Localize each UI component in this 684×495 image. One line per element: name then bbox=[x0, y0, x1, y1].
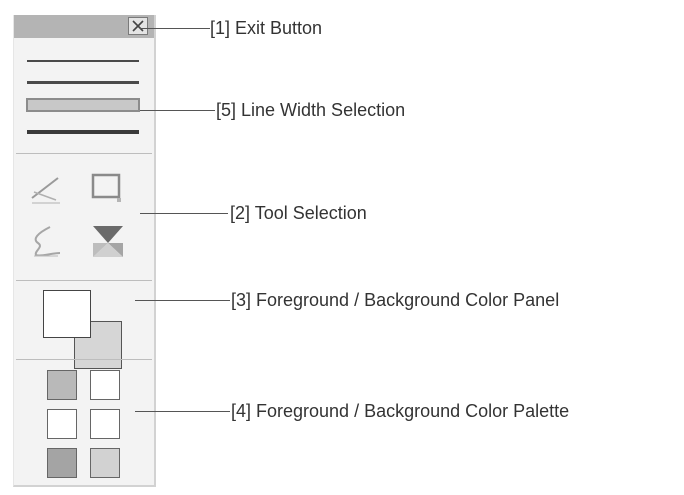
line-width-option-3-selected[interactable] bbox=[26, 98, 140, 112]
exit-button[interactable] bbox=[128, 17, 148, 35]
color-panel-callout: [3] Foreground / Background Color Panel bbox=[231, 290, 560, 310]
palette-swatch[interactable] bbox=[47, 370, 77, 400]
line-tool-icon bbox=[31, 177, 60, 204]
section-divider bbox=[16, 359, 152, 360]
exit-button-callout: [1] Exit Button bbox=[210, 18, 323, 38]
rectangle-tool[interactable] bbox=[90, 170, 126, 206]
close-icon bbox=[132, 20, 144, 32]
section-divider bbox=[16, 280, 152, 281]
section-divider bbox=[16, 153, 152, 154]
line-width-option-2[interactable] bbox=[27, 81, 139, 84]
freehand-tool-icon bbox=[34, 226, 61, 257]
tool-selection-callout: [2] Tool Selection bbox=[230, 203, 367, 223]
line-width-option-1[interactable] bbox=[27, 60, 139, 62]
exit-leader-line bbox=[140, 28, 210, 29]
line-width-option-4[interactable] bbox=[27, 130, 139, 134]
rectangle-tool-icon bbox=[91, 173, 121, 202]
color-palette-callout: [4] Foreground / Background Color Palett… bbox=[231, 401, 570, 421]
line-width-leader-line bbox=[140, 110, 215, 111]
palette-swatch[interactable] bbox=[47, 448, 77, 478]
tool-leader-line bbox=[140, 213, 228, 214]
paint-toolbox bbox=[13, 15, 156, 487]
palette-swatch[interactable] bbox=[47, 409, 77, 439]
line-tool[interactable] bbox=[28, 170, 64, 206]
color-panel-leader-line bbox=[135, 300, 230, 301]
palette-swatch[interactable] bbox=[90, 370, 120, 400]
palette-swatch[interactable] bbox=[90, 409, 120, 439]
foreground-color-swatch[interactable] bbox=[43, 290, 91, 338]
freehand-tool[interactable] bbox=[28, 223, 64, 259]
palette-swatch[interactable] bbox=[90, 448, 120, 478]
fill-tool[interactable] bbox=[90, 223, 126, 259]
fill-tool-icon bbox=[93, 226, 123, 257]
color-palette-leader-line bbox=[135, 411, 230, 412]
line-width-callout: [5] Line Width Selection bbox=[216, 100, 406, 120]
toolbox-title-bar[interactable] bbox=[14, 15, 154, 38]
